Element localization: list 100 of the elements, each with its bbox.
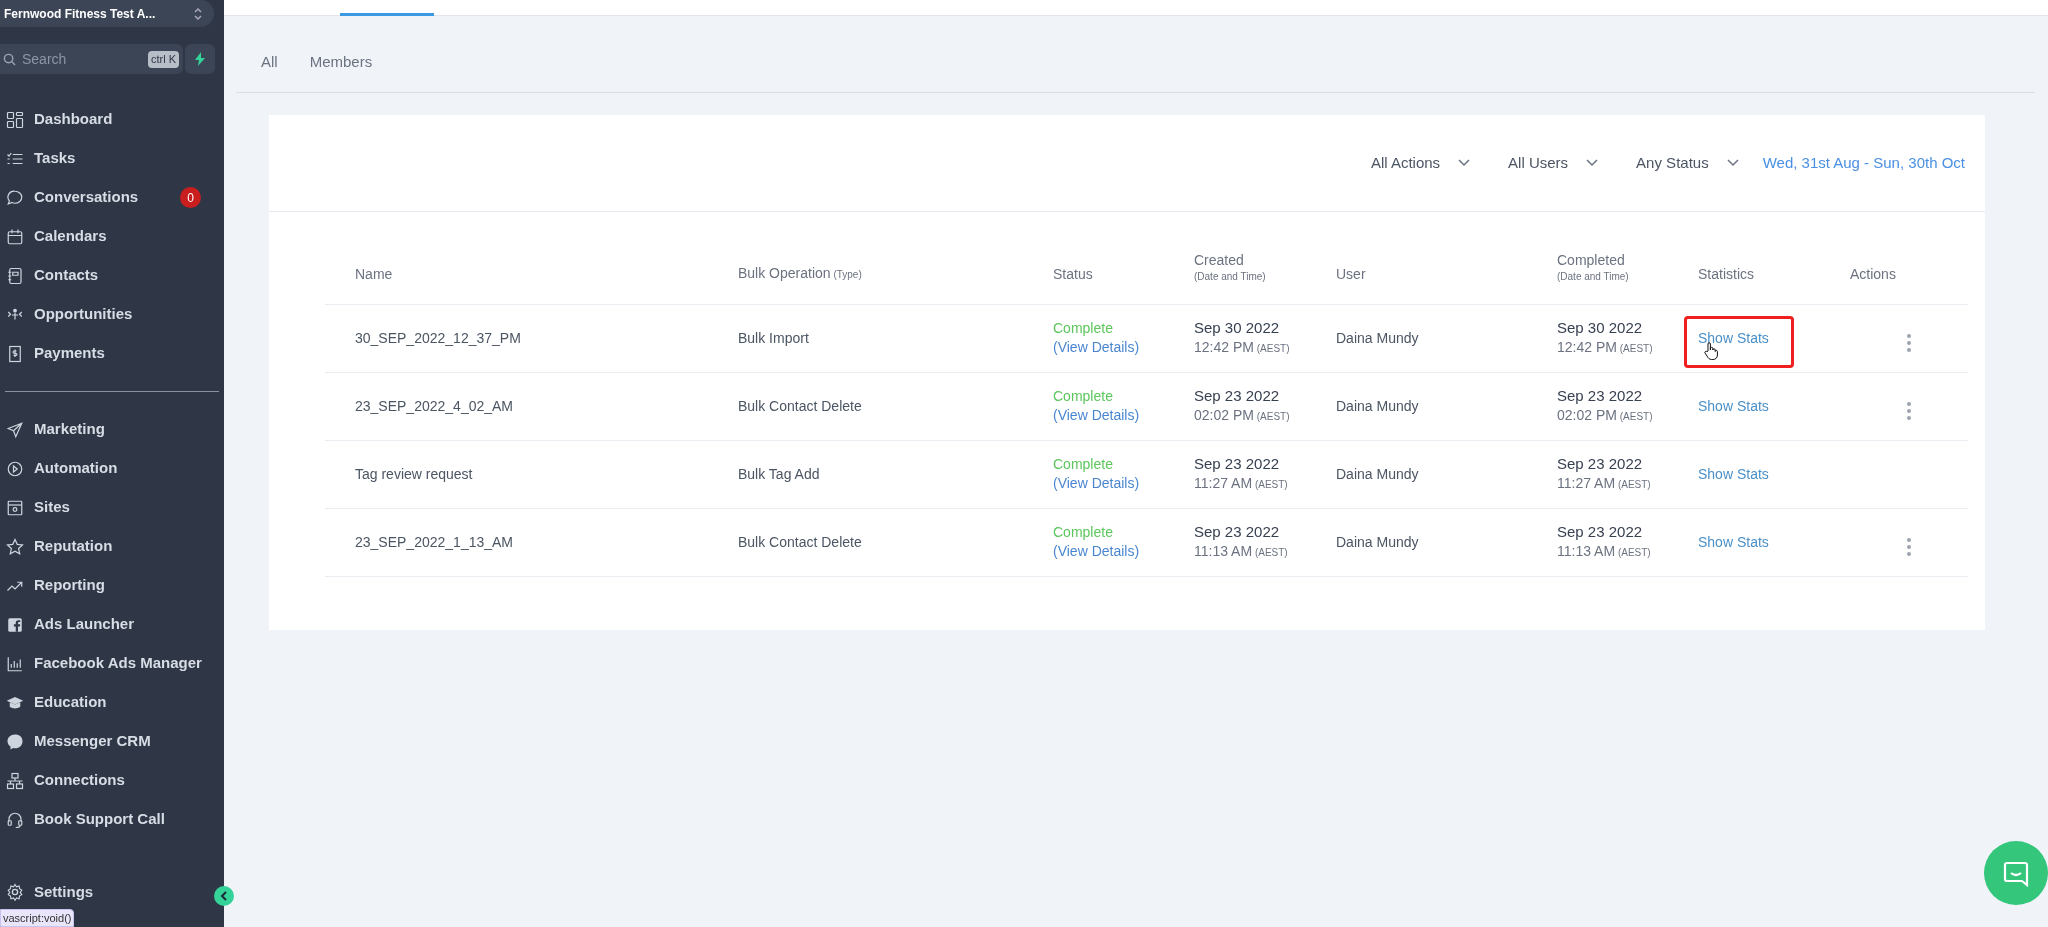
nav-link[interactable]: Marketing bbox=[34, 418, 105, 441]
unread-count-badge: 0 bbox=[180, 187, 201, 208]
view-details-link[interactable]: (View Details) bbox=[1053, 338, 1194, 357]
star-icon bbox=[6, 537, 24, 556]
calendar-icon bbox=[6, 227, 24, 246]
chevron-down-icon bbox=[1726, 159, 1739, 167]
filter-dropdown[interactable]: All Users bbox=[1508, 151, 1599, 175]
tab[interactable]: All bbox=[261, 50, 278, 74]
column-header: Created bbox=[1194, 251, 1245, 270]
show-stats-link[interactable]: Show Stats bbox=[1698, 330, 1769, 346]
table-cell-text: Daina Mundy bbox=[1336, 464, 1420, 484]
messenger-icon bbox=[6, 732, 24, 751]
filter-dropdown[interactable]: All Actions bbox=[1370, 151, 1471, 175]
nav-link[interactable]: Dashboard bbox=[34, 108, 113, 131]
nav-link[interactable]: Settings bbox=[34, 880, 94, 904]
facebook-icon bbox=[6, 615, 24, 634]
status-text: Complete bbox=[1053, 455, 1114, 474]
network-icon bbox=[6, 771, 24, 790]
nav-link[interactable]: Automation bbox=[34, 457, 118, 480]
hand-cursor-icon bbox=[1704, 341, 1718, 360]
column-header: Status bbox=[1053, 264, 1094, 283]
nav-link[interactable]: Payments bbox=[34, 342, 105, 365]
bar-chart-icon bbox=[6, 654, 24, 673]
time-text: 11:13 AM (AEST) bbox=[1557, 542, 1652, 561]
view-details-link[interactable]: (View Details) bbox=[1053, 406, 1194, 425]
date-text: Sep 23 2022 bbox=[1557, 454, 1644, 474]
headset-icon bbox=[6, 810, 24, 829]
account-name: Fernwood Fitness Test A... bbox=[4, 5, 156, 23]
chat-bubble-icon bbox=[2002, 859, 2030, 887]
view-details-link[interactable]: (View Details) bbox=[1053, 474, 1194, 493]
date-text: Sep 30 2022 bbox=[1557, 318, 1644, 338]
column-subheader: (Date and Time) bbox=[1194, 270, 1267, 285]
paper-plane-icon bbox=[6, 420, 24, 439]
column-header: Bulk Operation (Type) bbox=[738, 263, 863, 283]
table-cell-text: Bulk Tag Add bbox=[738, 464, 821, 484]
table-cell-text: Daina Mundy bbox=[1336, 328, 1420, 348]
nav-link[interactable]: Education bbox=[34, 691, 107, 714]
collapse-sidebar-button[interactable] bbox=[214, 886, 234, 906]
status-text: Complete bbox=[1053, 523, 1114, 542]
grid-icon bbox=[6, 110, 24, 129]
search-icon bbox=[3, 53, 16, 66]
time-text: 11:27 AM (AEST) bbox=[1557, 474, 1652, 493]
table-cell-text: 23_SEP_2022_1_13_AM bbox=[355, 532, 515, 552]
nav-link[interactable]: Sites bbox=[34, 496, 70, 519]
show-stats-link[interactable]: Show Stats bbox=[1698, 466, 1769, 482]
nav-link[interactable]: Tasks bbox=[34, 147, 76, 170]
time-text: 02:02 PM (AEST) bbox=[1557, 406, 1654, 425]
view-details-link[interactable]: (View Details) bbox=[1053, 542, 1194, 561]
nav-link[interactable]: Calendars bbox=[34, 225, 107, 248]
account-switcher[interactable]: Fernwood Fitness Test A... bbox=[0, 0, 214, 27]
date-text: Sep 30 2022 bbox=[1194, 318, 1281, 338]
table-cell-text: Bulk Contact Delete bbox=[738, 396, 863, 416]
time-text: 02:02 PM (AEST) bbox=[1194, 406, 1291, 425]
nav-link[interactable]: Facebook Ads Manager bbox=[34, 652, 202, 675]
table-cell-text: Daina Mundy bbox=[1336, 532, 1420, 552]
table-cell-text: Daina Mundy bbox=[1336, 396, 1420, 416]
show-stats-link[interactable]: Show Stats bbox=[1698, 398, 1769, 414]
column-header: Statistics bbox=[1698, 264, 1755, 283]
column-header: Name bbox=[355, 264, 394, 283]
settings-icon bbox=[6, 883, 24, 901]
status-text: Complete bbox=[1053, 387, 1114, 406]
nav-link[interactable]: Reporting bbox=[34, 574, 105, 597]
show-stats-link[interactable]: Show Stats bbox=[1698, 534, 1769, 550]
receipt-icon bbox=[6, 344, 24, 363]
date-text: Sep 23 2022 bbox=[1194, 386, 1281, 406]
address-book-icon bbox=[6, 266, 24, 285]
nav-link[interactable]: Reputation bbox=[34, 535, 113, 558]
time-text: 12:42 PM (AEST) bbox=[1557, 338, 1654, 357]
table-cell-text: Tag review request bbox=[355, 464, 474, 484]
status-tooltip: vascript:void() bbox=[0, 908, 75, 927]
chevron-up-down-icon bbox=[194, 6, 202, 21]
status-text: Complete bbox=[1053, 319, 1114, 338]
date-text: Sep 23 2022 bbox=[1194, 522, 1281, 542]
table-cell-text: Bulk Import bbox=[738, 328, 810, 348]
chat-bubble-icon bbox=[6, 188, 24, 207]
chevron-left-icon bbox=[220, 891, 228, 901]
nav-link[interactable]: Contacts bbox=[34, 264, 99, 287]
column-header: Completed bbox=[1557, 251, 1626, 270]
chevron-down-icon bbox=[1586, 159, 1599, 167]
date-text: Sep 23 2022 bbox=[1557, 522, 1644, 542]
column-header: Actions bbox=[1850, 264, 1897, 283]
nav-link[interactable]: Messenger CRM bbox=[34, 730, 151, 753]
filter-dropdown[interactable]: Any Status bbox=[1636, 151, 1739, 175]
nav-link[interactable]: Conversations bbox=[34, 186, 139, 209]
date-text: Sep 23 2022 bbox=[1194, 454, 1281, 474]
table-cell-text: 23_SEP_2022_4_02_AM bbox=[355, 396, 515, 416]
nav-link[interactable]: Book Support Call bbox=[34, 808, 165, 831]
play-circle-icon bbox=[6, 459, 24, 478]
time-text: 12:42 PM (AEST) bbox=[1194, 338, 1291, 357]
chevron-down-icon bbox=[1458, 159, 1471, 167]
lightning-icon bbox=[195, 52, 205, 66]
browser-window-icon bbox=[6, 498, 24, 517]
table-cell-text: Bulk Contact Delete bbox=[738, 532, 863, 552]
table-cell-text: 30_SEP_2022_12_37_PM bbox=[355, 328, 522, 348]
nav-link[interactable]: Opportunities bbox=[34, 303, 133, 326]
nav-link[interactable]: Connections bbox=[34, 769, 125, 792]
nav-link[interactable]: Ads Launcher bbox=[34, 613, 135, 636]
date-text: Sep 23 2022 bbox=[1557, 386, 1644, 406]
quick-action-button[interactable] bbox=[185, 44, 215, 74]
tab[interactable]: Members bbox=[309, 50, 373, 74]
